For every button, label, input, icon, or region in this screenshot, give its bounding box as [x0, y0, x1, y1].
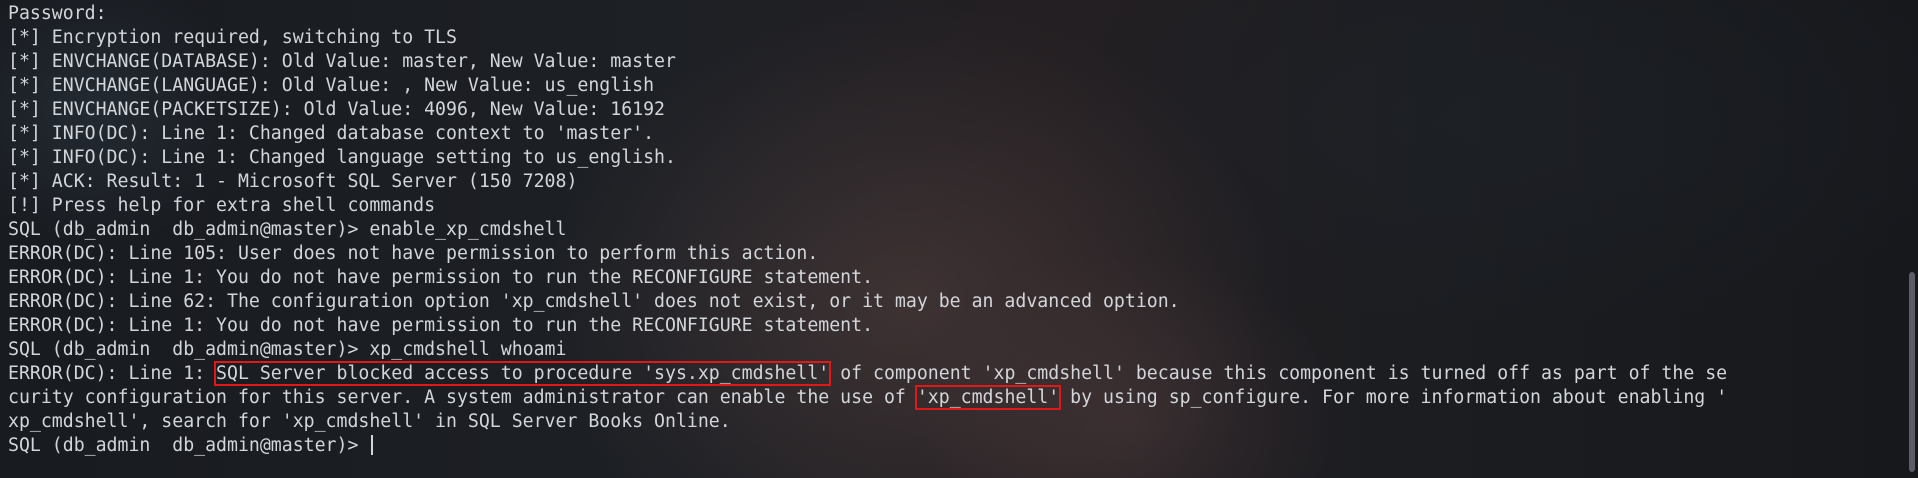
error-text: of component 'xp_cmdshell' because this … [829, 363, 1728, 384]
scrollbar[interactable] [1904, 0, 1918, 478]
terminal-line: Password: [8, 3, 107, 24]
error-line: ERROR(DC): Line 1: You do not have permi… [8, 315, 874, 336]
error-line: xp_cmdshell', search for 'xp_cmdshell' i… [8, 411, 731, 432]
terminal-output[interactable]: Password: [*] Encryption required, switc… [8, 2, 1898, 476]
prompt-line[interactable]: SQL (db_admin db_admin@master)> [8, 434, 1898, 458]
error-prefix: ERROR(DC): Line 1: [8, 363, 217, 384]
command-line: SQL (db_admin db_admin@master)> xp_cmdsh… [8, 339, 567, 360]
command-line: SQL (db_admin db_admin@master)> enable_x… [8, 219, 567, 240]
error-line: ERROR(DC): Line 105: User does not have … [8, 243, 819, 264]
error-text: curity configuration for this server. A … [8, 387, 917, 408]
highlighted-blocked-access-text: SQL Server blocked access to procedure '… [214, 361, 832, 386]
terminal-line: [*] ENVCHANGE(PACKETSIZE): Old Value: 40… [8, 99, 665, 120]
scrollbar-thumb[interactable] [1909, 272, 1915, 472]
terminal-line: [!] Press help for extra shell commands [8, 195, 436, 216]
terminal-line: [*] ACK: Result: 1 - Microsoft SQL Serve… [8, 171, 578, 192]
terminal-line: [*] ENVCHANGE(LANGUAGE): Old Value: , Ne… [8, 75, 655, 96]
error-line: ERROR(DC): Line 1: SQL Server blocked ac… [8, 361, 1898, 386]
text-cursor [371, 435, 374, 455]
error-line: curity configuration for this server. A … [8, 385, 1898, 410]
shell-prompt: SQL (db_admin db_admin@master)> [8, 435, 370, 456]
terminal-line: [*] INFO(DC): Line 1: Changed database c… [8, 123, 655, 144]
terminal-line: [*] Encryption required, switching to TL… [8, 27, 457, 48]
error-line: ERROR(DC): Line 1: You do not have permi… [8, 267, 874, 288]
terminal-line: [*] ENVCHANGE(DATABASE): Old Value: mast… [8, 51, 676, 72]
error-line: ERROR(DC): Line 62: The configuration op… [8, 291, 1180, 312]
error-text: by using sp_configure. For more informat… [1059, 387, 1728, 408]
terminal-line: [*] INFO(DC): Line 1: Changed language s… [8, 147, 676, 168]
highlighted-xp-cmdshell-text: 'xp_cmdshell' [914, 385, 1062, 410]
